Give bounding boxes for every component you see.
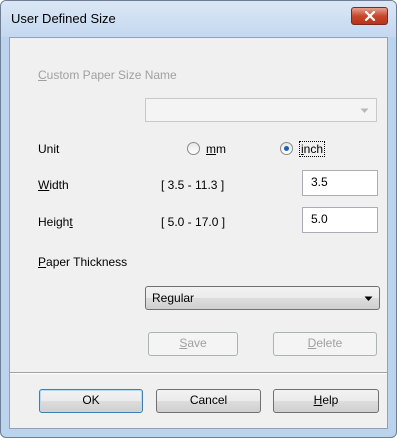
height-label: Height [38, 215, 73, 229]
height-input[interactable]: 5.0 [302, 207, 378, 233]
unit-mm-label[interactable]: mm [206, 142, 226, 156]
cancel-button[interactable]: Cancel [156, 389, 261, 413]
custom-paper-size-name-label: Custom Paper Size Name [38, 68, 177, 82]
radio-selected-dot [284, 146, 289, 151]
close-icon [364, 11, 376, 21]
save-button-label: Save [179, 336, 207, 350]
delete-button-label: Delete [307, 336, 343, 350]
help-button[interactable]: Help [273, 389, 379, 413]
dialog-content: Custom Paper Size Name Unit mm inch Widt… [9, 37, 388, 429]
close-button[interactable] [351, 7, 388, 25]
ok-button-label: OK [82, 393, 100, 407]
paper-thickness-value: Regular [152, 291, 195, 305]
width-range: [ 3.5 - 11.3 ] [161, 178, 225, 192]
save-button[interactable]: Save [148, 332, 238, 356]
dialog-window: User Defined Size Custom Paper Size Name… [0, 0, 397, 438]
unit-mm-radio[interactable] [187, 142, 200, 155]
title-bar: User Defined Size [1, 1, 396, 37]
width-input[interactable]: 3.5 [302, 170, 378, 196]
chevron-down-icon [360, 108, 369, 113]
cancel-button-label: Cancel [189, 393, 228, 407]
delete-button[interactable]: Delete [273, 332, 377, 356]
custom-paper-size-name-combo[interactable] [145, 98, 377, 122]
window-title: User Defined Size [11, 11, 116, 26]
paper-thickness-select[interactable]: Regular [145, 286, 380, 310]
height-range: [ 5.0 - 17.0 ] [161, 215, 226, 229]
unit-inch-radio[interactable] [280, 142, 293, 155]
paper-thickness-label: Paper Thickness [38, 255, 128, 269]
unit-label: Unit [38, 142, 60, 156]
unit-inch-label[interactable]: inch [299, 141, 326, 157]
width-value: 3.5 [311, 175, 328, 189]
height-value: 5.0 [311, 212, 328, 226]
separator [10, 372, 387, 374]
width-label: Width [38, 178, 69, 192]
chevron-down-icon [364, 296, 373, 301]
help-button-label: Help [313, 393, 339, 407]
ok-button[interactable]: OK [39, 389, 143, 413]
